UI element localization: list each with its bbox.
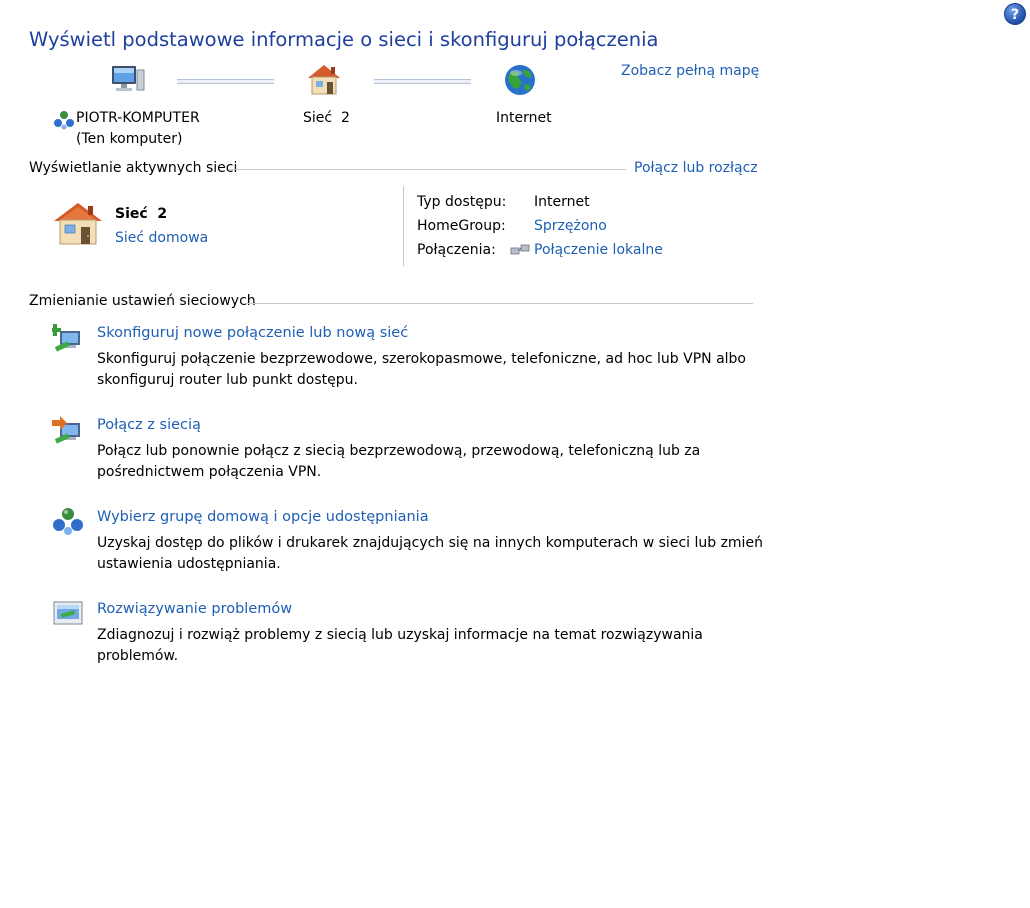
task-description: Uzyskaj dostęp do plików i drukarek znaj…: [97, 535, 763, 551]
section-divider: [246, 303, 753, 304]
homegroup-sharing-link[interactable]: Wybierz grupę domową i opcje udostępnian…: [97, 509, 429, 525]
homegroup-label: HomeGroup:: [417, 218, 506, 234]
new-connection-icon: [49, 322, 84, 358]
section-divider: [228, 169, 626, 170]
computer-icon[interactable]: [110, 64, 146, 100]
map-connector-2: [374, 79, 471, 84]
homegroup-icon: [52, 507, 84, 541]
task-description: Zdiagnozuj i rozwiąż problemy z siecią l…: [97, 627, 703, 643]
computer-sub-label: (Ten komputer): [76, 131, 183, 147]
active-networks-heading: Wyświetlanie aktywnych sieci: [29, 160, 238, 176]
active-network-name: Sieć 2: [115, 206, 168, 222]
connections-label: Połączenia:: [417, 242, 496, 258]
access-type-label: Typ dostępu:: [417, 194, 507, 210]
access-type-value: Internet: [534, 194, 590, 210]
task-description: problemów.: [97, 648, 179, 664]
connect-to-network-link[interactable]: Połącz z siecią: [97, 417, 201, 433]
task-description: Skonfiguruj połączenie bezprzewodowe, sz…: [97, 351, 746, 367]
vertical-divider: [403, 186, 404, 266]
network-type-link[interactable]: Sieć domowa: [115, 230, 208, 246]
connect-disconnect-link[interactable]: Połącz lub rozłącz: [634, 160, 758, 176]
network-name-label: Sieć 2: [303, 110, 350, 126]
change-settings-heading: Zmienianie ustawień sieciowych: [29, 293, 256, 309]
internet-label: Internet: [496, 110, 552, 126]
setup-new-connection-link[interactable]: Skonfiguruj nowe połączenie lub nową sie…: [97, 325, 408, 341]
task-description: ustawienia udostępniania.: [97, 556, 281, 572]
see-full-map-link[interactable]: Zobacz pełną mapę: [621, 63, 759, 79]
homegroup-link[interactable]: Sprzężono: [534, 218, 607, 234]
globe-icon[interactable]: [504, 64, 538, 102]
home-network-icon[interactable]: [306, 63, 342, 101]
connect-to-network-icon: [52, 414, 84, 450]
task-description: skonfiguruj router lub punkt dostępu.: [97, 372, 358, 388]
page-title: Wyświetl podstawowe informacje o sieci i…: [29, 28, 659, 51]
task-description: pośrednictwem połączenia VPN.: [97, 464, 322, 480]
ethernet-icon: [510, 243, 530, 261]
homegroup-small-icon: [53, 110, 75, 134]
computer-name-label: PIOTR-KOMPUTER: [76, 110, 200, 126]
troubleshoot-link[interactable]: Rozwiązywanie problemów: [97, 601, 292, 617]
help-icon[interactable]: ?: [1004, 3, 1026, 25]
local-connection-link[interactable]: Połączenie lokalne: [534, 242, 663, 258]
troubleshoot-icon: [52, 599, 84, 633]
home-network-large-icon: [52, 201, 104, 251]
map-connector-1: [177, 79, 274, 84]
task-description: Połącz lub ponownie połącz z siecią bezp…: [97, 443, 701, 459]
